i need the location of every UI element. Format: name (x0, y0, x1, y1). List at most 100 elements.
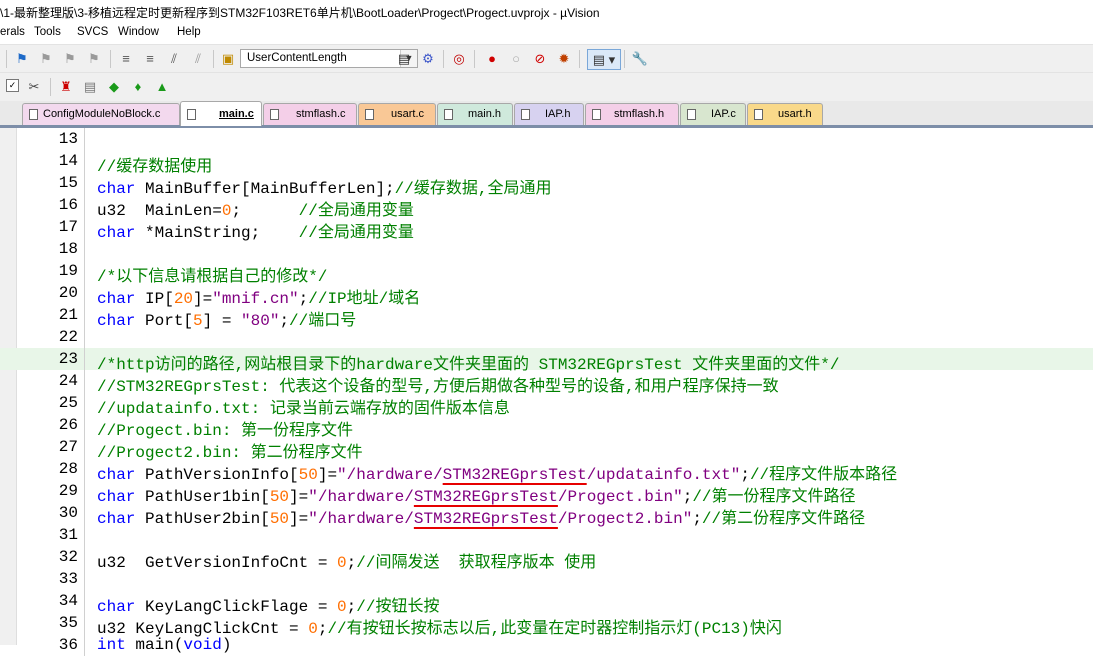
bookmark-icon[interactable]: ⚑ (14, 51, 30, 67)
code-line[interactable]: 13 (0, 128, 1093, 150)
disable-breakpoint-icon[interactable]: ○ (508, 51, 524, 67)
find-combo-value: UserContentLength (247, 52, 347, 64)
code-line[interactable]: 16 u32 MainLen=0; //全局通用变量 (0, 194, 1093, 220)
file-icon (592, 109, 601, 120)
manage-project-icon[interactable]: ▲ (154, 79, 170, 95)
code-line[interactable]: 26//Progect.bin: 第一份程序文件 (0, 414, 1093, 440)
code-line[interactable]: 15 char MainBuffer[MainBufferLen];//缓存数据,… (0, 172, 1093, 198)
menu-tools[interactable]: Tools (34, 26, 61, 38)
target-options-icon[interactable]: ✂ (26, 79, 42, 95)
editor-tabs: ConfigModuleNoBlock.c main.c stmflash.c … (0, 101, 1093, 128)
file-icon (365, 109, 374, 120)
find-combo[interactable]: UserContentLength ▼ (240, 49, 418, 68)
menu-window[interactable]: Window (118, 26, 159, 38)
menu-bar: erals Tools SVCS Window Help (0, 24, 1093, 44)
window-title: \1-最新整理版\3-移植远程定时更新程序到STM32F103RET6单片机\B… (0, 6, 600, 20)
file-toolbar: ⚑ ⚑ ⚑ ⚑ ≡ ≡ ⫽ ⫽ ▣ UserContentLength ▼ ▤ … (0, 44, 1093, 73)
code-line[interactable]: 17 char *MainString; //全局通用变量 (0, 216, 1093, 242)
line-number: 21 (58, 306, 78, 324)
tab-main-c[interactable]: main.c (180, 101, 262, 126)
fold-margin (84, 634, 94, 656)
build-icon[interactable]: ▤ (82, 79, 98, 95)
breakpoint-icon[interactable]: ● (484, 51, 500, 67)
clear-bookmarks-icon[interactable]: ⚑ (86, 51, 102, 67)
code-line[interactable]: 34 char KeyLangClickFlage = 0;//按钮长按 (0, 590, 1093, 616)
code-line[interactable]: 20 char IP[20]="mnif.cn";//IP地址/域名 (0, 282, 1093, 308)
fold-margin (84, 282, 94, 304)
file-icon (521, 109, 530, 120)
tab-main-h[interactable]: main.h (437, 103, 513, 125)
code-text: int main(void) (97, 636, 231, 654)
batch-build-icon[interactable]: ♦ (130, 79, 146, 95)
uncomment-icon[interactable]: ⫽ (190, 51, 206, 67)
menu-svcs[interactable]: SVCS (77, 26, 108, 38)
tab-iap-h[interactable]: IAP.h (514, 103, 584, 125)
fold-margin (84, 414, 94, 436)
tab-stmflash-h[interactable]: stmflash.h (585, 103, 679, 125)
find-in-files-icon[interactable]: ▣ (220, 51, 236, 67)
tab-iap-c[interactable]: IAP.c (680, 103, 746, 125)
code-line[interactable]: 23/*http访问的路径,网站根目录下的hardware文件夹里面的 STM3… (0, 348, 1093, 374)
code-line[interactable]: 35 u32 KeyLangClickCnt = 0;//有按钮长按标志以后,此变… (0, 612, 1093, 638)
code-line[interactable]: 29 char PathUser1bin[50]="/hardware/STM32… (0, 480, 1093, 506)
comment-icon[interactable]: ⫽ (166, 51, 182, 67)
file-icon (270, 109, 279, 120)
fold-margin (84, 612, 94, 634)
code-token: int (97, 636, 126, 654)
configure-icon[interactable]: 🔧 (632, 51, 648, 67)
target-select-checkbox[interactable]: ✓ (6, 79, 19, 92)
line-number: 22 (58, 328, 78, 346)
next-bookmark-icon[interactable]: ⚑ (62, 51, 78, 67)
kill-all-breakpoints-icon[interactable]: ✹ (556, 51, 572, 67)
code-line[interactable]: 19/*以下信息请根据自己的修改*/ (0, 260, 1093, 286)
menu-peripherals[interactable]: erals (0, 26, 25, 38)
fold-margin (84, 524, 94, 546)
line-number: 13 (58, 130, 78, 148)
fold-margin (84, 458, 94, 480)
line-number: 16 (58, 196, 78, 214)
code-line[interactable]: 27//Progect2.bin: 第二份程序文件 (0, 436, 1093, 462)
fold-margin (84, 568, 94, 590)
line-number: 14 (58, 152, 78, 170)
code-line[interactable]: 33 (0, 568, 1093, 590)
fold-margin (84, 304, 94, 326)
line-number: 36 (58, 636, 78, 654)
line-number: 35 (58, 614, 78, 632)
fold-margin (84, 546, 94, 568)
line-number: 27 (58, 438, 78, 456)
line-number: 29 (58, 482, 78, 500)
fold-margin (84, 150, 94, 172)
code-line[interactable]: 32 u32 GetVersionInfoCnt = 0;//间隔发送 获取程序版… (0, 546, 1093, 572)
fold-margin (84, 370, 94, 392)
incremental-find-icon[interactable]: ⚙ (420, 51, 436, 67)
rebuild-icon[interactable]: ◆ (106, 79, 122, 95)
line-number: 23 (58, 350, 78, 368)
code-line[interactable]: 25//updatainfo.txt: 记录当前云端存放的固件版本信息 (0, 392, 1093, 418)
code-line[interactable]: 30 char PathUser2bin[50]="/hardware/STM32… (0, 502, 1093, 528)
code-token: void (183, 636, 222, 654)
indent-icon[interactable]: ≡ (118, 51, 134, 67)
load-icon[interactable]: ♜ (58, 79, 74, 95)
fold-margin (84, 326, 94, 348)
window-layout-icon[interactable]: ▤ ▾ (587, 49, 621, 70)
code-line[interactable]: 18 (0, 238, 1093, 260)
code-line[interactable]: 21 char Port[5] = "80";//端口号 (0, 304, 1093, 330)
tab-configmodulenoblock-c[interactable]: ConfigModuleNoBlock.c (22, 103, 180, 125)
code-line[interactable]: 36 int main(void) (0, 634, 1093, 656)
code-line[interactable]: 28 char PathVersionInfo[50]="/hardware/ST… (0, 458, 1093, 484)
code-line[interactable]: 14//缓存数据使用 (0, 150, 1093, 176)
tab-stmflash-c[interactable]: stmflash.c (263, 103, 357, 125)
code-editor[interactable]: 13 14//缓存数据使用 15 char MainBuffer[MainBuffer… (0, 128, 1093, 656)
unindent-icon[interactable]: ≡ (142, 51, 158, 67)
debug-session-icon[interactable]: ◎ (451, 51, 467, 67)
code-line[interactable]: 24//STM32REGprsTest: 代表这个设备的型号,方便后期做各种型号… (0, 370, 1093, 396)
code-line[interactable]: 22 (0, 326, 1093, 348)
tab-usart-h[interactable]: usart.h (747, 103, 823, 125)
prev-bookmark-icon[interactable]: ⚑ (38, 51, 54, 67)
fold-margin (84, 590, 94, 612)
code-line[interactable]: 31 (0, 524, 1093, 546)
kill-breakpoints-icon[interactable]: ⊘ (532, 51, 548, 67)
menu-help[interactable]: Help (177, 26, 201, 38)
tab-usart-c[interactable]: usart.c (358, 103, 436, 125)
find-icon[interactable]: ▤ (396, 51, 412, 67)
